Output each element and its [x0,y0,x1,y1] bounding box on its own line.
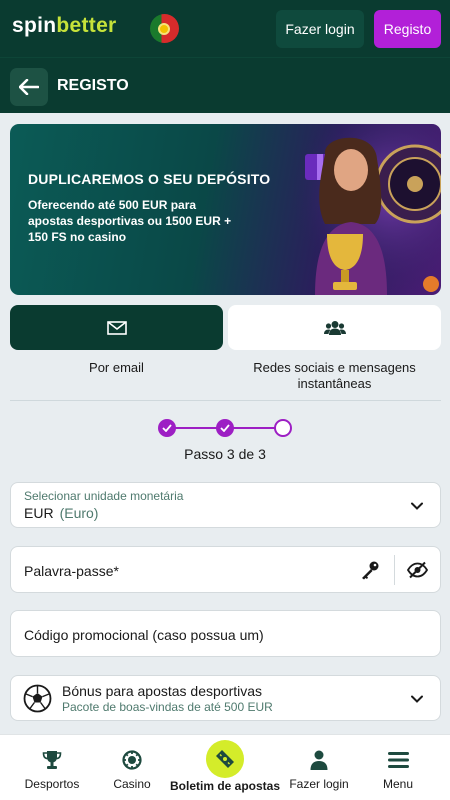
register-button[interactable]: Registo [374,10,441,48]
bonus-subtitle: Pacote de boas-vindas de até 500 EUR [62,700,273,714]
logo[interactable]: spinbetter [12,14,117,38]
logo-spin: spin [12,14,57,37]
check-icon [162,424,172,432]
password-placeholder: Palavra-passe* [24,563,119,579]
casino-chip-icon [122,750,142,770]
promo-code-placeholder: Código promocional (caso possua um) [24,627,264,643]
bonus-title: Bónus para apostas desportivas [62,683,263,699]
currency-value: EUR (Euro) [24,505,98,521]
step-1-done [158,419,176,437]
step-2-done [216,419,234,437]
nav-login[interactable]: Fazer login [284,735,354,800]
currency-code: EUR [24,505,54,521]
promo-banner[interactable]: DUPLICAREMOS O SEU DEPÓSITO Oferecendo a… [10,124,441,295]
divider [10,400,441,401]
bonus-select[interactable]: Bónus para apostas desportivas Pacote de… [10,675,441,721]
user-icon [310,750,328,770]
eye-off-icon[interactable] [407,561,428,579]
tab-social[interactable] [228,305,441,350]
back-button[interactable] [10,68,48,106]
nav-casino[interactable]: Casino [100,735,164,800]
chevron-down-icon [411,502,423,510]
tab-email-label[interactable]: Por email [10,360,223,376]
portugal-flag-icon[interactable] [150,14,179,43]
banner-illustration [275,124,441,295]
step-3-current [274,419,292,437]
chevron-down-icon [411,695,423,703]
currency-select[interactable]: Selecionar unidade monetária EUR (Euro) [10,482,441,528]
nav-menu-label: Menu [382,777,414,791]
envelope-icon [106,320,127,335]
currency-name: (Euro) [59,505,99,521]
banner-title: DUPLICAREMOS O SEU DEPÓSITO [28,171,271,187]
progress-stepper [157,419,293,439]
page-header: REGISTO [0,57,450,113]
check-icon [220,424,230,432]
banner-text: Oferecendo até 500 EUR para apostas desp… [28,198,232,244]
promo-code-field[interactable]: Código promocional (caso possua um) [10,610,441,657]
trophy-icon [42,751,62,769]
tab-email[interactable] [10,305,223,350]
page-title: REGISTO [57,77,129,94]
bet-slip-badge [206,740,244,778]
arrow-left-icon [19,79,39,95]
nav-sports-label: Desportos [24,777,80,791]
top-bar: spinbetter Fazer login Registo [0,0,450,57]
nav-login-label: Fazer login [289,777,349,791]
soccer-ball-icon [23,684,52,713]
nav-bet-slip[interactable]: Boletim de apostas [169,740,281,800]
users-icon [323,320,346,335]
nav-sports[interactable]: Desportos [10,735,94,800]
key-icon[interactable] [360,560,380,580]
step-counter: Passo 3 de 3 [184,446,266,462]
nav-bet-slip-label: Boletim de apostas [169,779,281,793]
tab-social-label[interactable]: Redes sociais e mensagens instantâneas [238,360,431,392]
currency-label: Selecionar unidade monetária [24,489,184,503]
password-field[interactable]: Palavra-passe* [10,546,441,593]
login-button[interactable]: Fazer login [276,10,364,48]
nav-casino-label: Casino [113,777,151,791]
ticket-icon [216,750,234,768]
logo-better: better [56,14,117,37]
menu-icon [387,752,409,768]
nav-menu[interactable]: Menu [370,735,426,800]
